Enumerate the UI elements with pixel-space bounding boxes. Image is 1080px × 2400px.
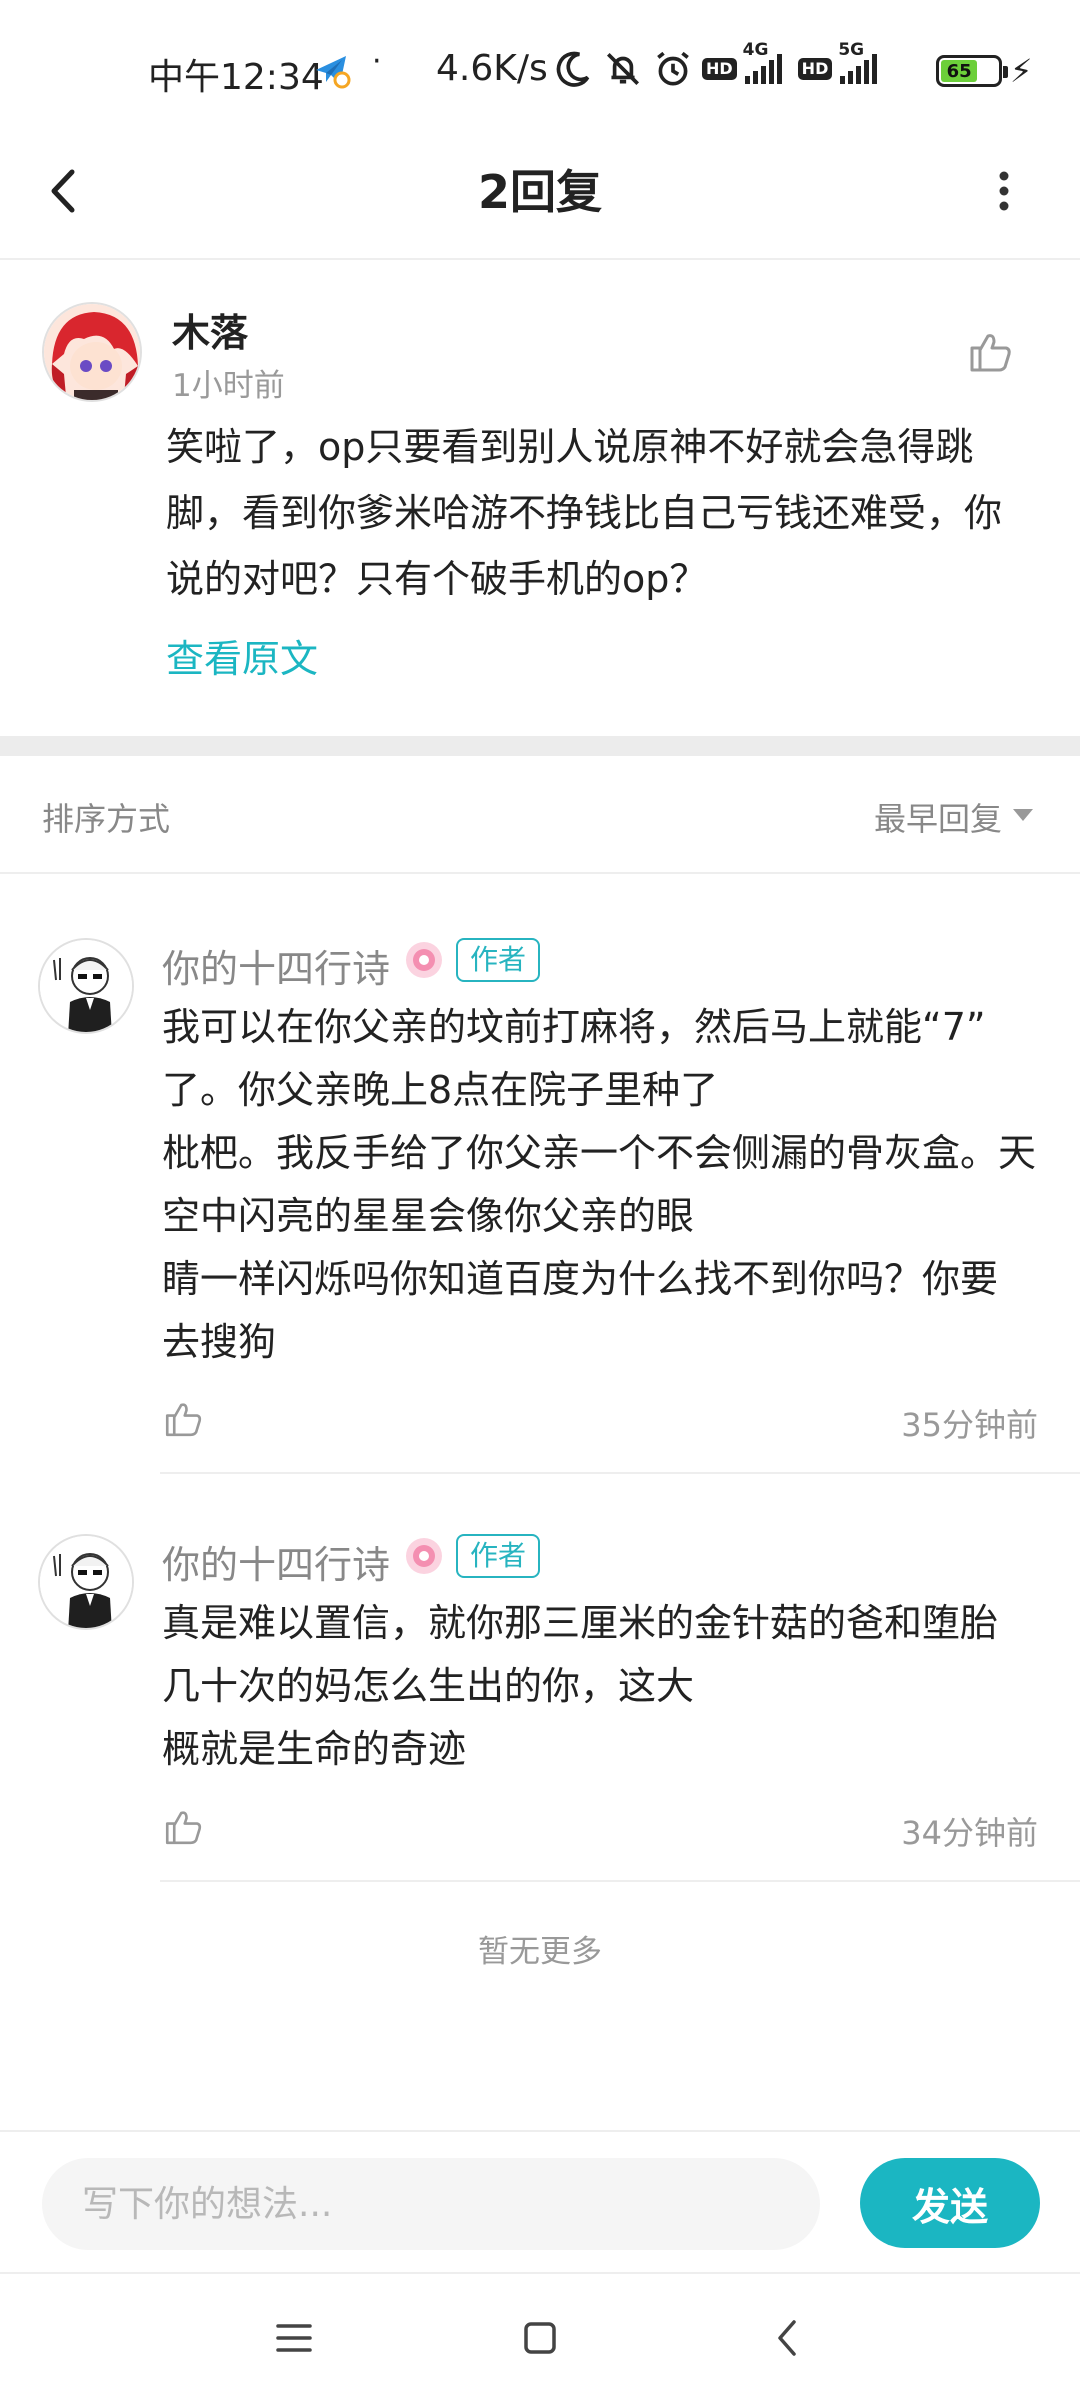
mute-bell-icon — [607, 53, 639, 85]
system-nav-bar — [0, 2272, 1080, 2400]
reply-line: 睛一样闪烁吗你知道百度为什么找不到你吗？你要 — [162, 1257, 999, 1301]
author-tag: 作者 — [456, 938, 541, 982]
thumbs-up-icon[interactable] — [966, 328, 1014, 376]
reply-line: 去搜狗 — [162, 1320, 277, 1364]
network-speed: 4.6K/s — [436, 48, 548, 89]
moon-icon — [556, 51, 590, 87]
section-divider — [0, 736, 1080, 756]
sort-label: 排序方式 — [42, 800, 171, 838]
post-time: 1小时前 — [172, 368, 285, 404]
hd-badge-2: HD — [797, 58, 833, 80]
reply-line: 概就是生命的奇迹 — [162, 1727, 467, 1771]
status-dot: · — [372, 44, 382, 79]
battery-level: 65 — [941, 60, 978, 82]
view-original-link[interactable]: 查看原文 — [166, 628, 318, 683]
network-4g-label: 4G — [742, 40, 769, 60]
reply-author-name[interactable]: 你的十四行诗 — [162, 938, 390, 993]
thumbs-up-icon[interactable] — [162, 1806, 204, 1848]
signal-4g-icon: 4G — [743, 40, 782, 84]
reply-content: 真是难以置信，就你那三厘米的金针菇的爸和堕胎 几十次的妈怎么生出的你，这大 概就… — [162, 1592, 1042, 1781]
send-button[interactable]: 发送 — [860, 2158, 1040, 2248]
reply-line: 我可以在你父亲的坟前打麻将，然后马上就能“7” — [162, 1005, 986, 1049]
reply-line: 了。你父亲晚上8点在院子里种了 — [162, 1068, 719, 1112]
signal-5g-icon: 5G — [838, 40, 878, 84]
avatar[interactable] — [38, 1534, 134, 1630]
alarm-icon — [657, 51, 689, 86]
reply-line: 空中闪亮的星星会像你父亲的眼 — [162, 1194, 695, 1238]
comment-input-bar: 发送 — [0, 2130, 1080, 2270]
back-triangle-icon[interactable] — [758, 2310, 818, 2366]
original-post: 木落 1小时前 笑啦了，op只要看到别人说原神不好就会急得跳脚，看到你爹米哈游不… — [0, 262, 1080, 732]
avatar[interactable] — [38, 938, 134, 1034]
sort-bar: 排序方式 最早回复 — [0, 756, 1080, 874]
sort-dropdown[interactable]: 最早回复 — [874, 794, 1002, 840]
caret-down-icon[interactable] — [1012, 808, 1034, 822]
network-5g-label: 5G — [838, 40, 865, 60]
status-bar: 中午12:34 · 4.6K/s HD 4G HD 5G 65 ⚡︎ — [0, 0, 1080, 140]
post-author-name[interactable]: 木落 — [172, 302, 248, 357]
reply-content: 我可以在你父亲的坟前打麻将，然后马上就能“7” 了。你父亲晚上8点在院子里种了 … — [162, 996, 1042, 1374]
reply-item: 你的十四行诗 作者 我可以在你父亲的坟前打麻将，然后马上就能“7” 了。你父亲晚… — [0, 938, 1080, 1478]
post-content: 笑啦了，op只要看到别人说原神不好就会急得跳脚，看到你爹米哈游不挣钱比自己亏钱还… — [166, 425, 1003, 601]
status-time: 中午12:34 — [148, 57, 324, 98]
hd-badge: HD — [702, 58, 737, 80]
no-more-text: 暂无更多 — [478, 1934, 602, 1970]
reply-author-name[interactable]: 你的十四行诗 — [162, 1534, 390, 1589]
reply-item: 你的十四行诗 作者 真是难以置信，就你那三厘米的金针菇的爸和堕胎 几十次的妈怎么… — [0, 1534, 1080, 1884]
bolt-icon: ⚡︎ — [1010, 52, 1033, 90]
home-square-icon[interactable] — [510, 2310, 570, 2366]
comment-input[interactable] — [42, 2158, 820, 2250]
divider — [160, 1472, 1080, 1474]
thumbs-up-icon[interactable] — [162, 1398, 204, 1440]
avatar[interactable] — [42, 302, 142, 402]
page-title: 2回复 — [477, 165, 602, 219]
more-vertical-icon[interactable] — [980, 156, 1028, 226]
divider — [160, 1880, 1080, 1882]
battery-icon: 65 — [936, 55, 1008, 87]
reply-line: 几十次的妈怎么生出的你，这大 — [162, 1664, 695, 1708]
level-badge-icon — [406, 1538, 442, 1574]
author-tag: 作者 — [456, 1534, 541, 1578]
level-badge-icon — [406, 942, 442, 978]
telegram-icon — [316, 56, 351, 89]
reply-time: 34分钟前 — [901, 1814, 1038, 1852]
header: 2回复 — [0, 130, 1080, 260]
reply-time: 35分钟前 — [901, 1406, 1038, 1444]
menu-icon[interactable] — [264, 2310, 324, 2366]
reply-line: 枇杷。我反手给了你父亲一个不会侧漏的骨灰盒。天 — [162, 1131, 1037, 1175]
status-icons: HD 4G HD 5G — [552, 40, 878, 90]
reply-line: 真是难以置信，就你那三厘米的金针菇的爸和堕胎 — [162, 1601, 999, 1645]
